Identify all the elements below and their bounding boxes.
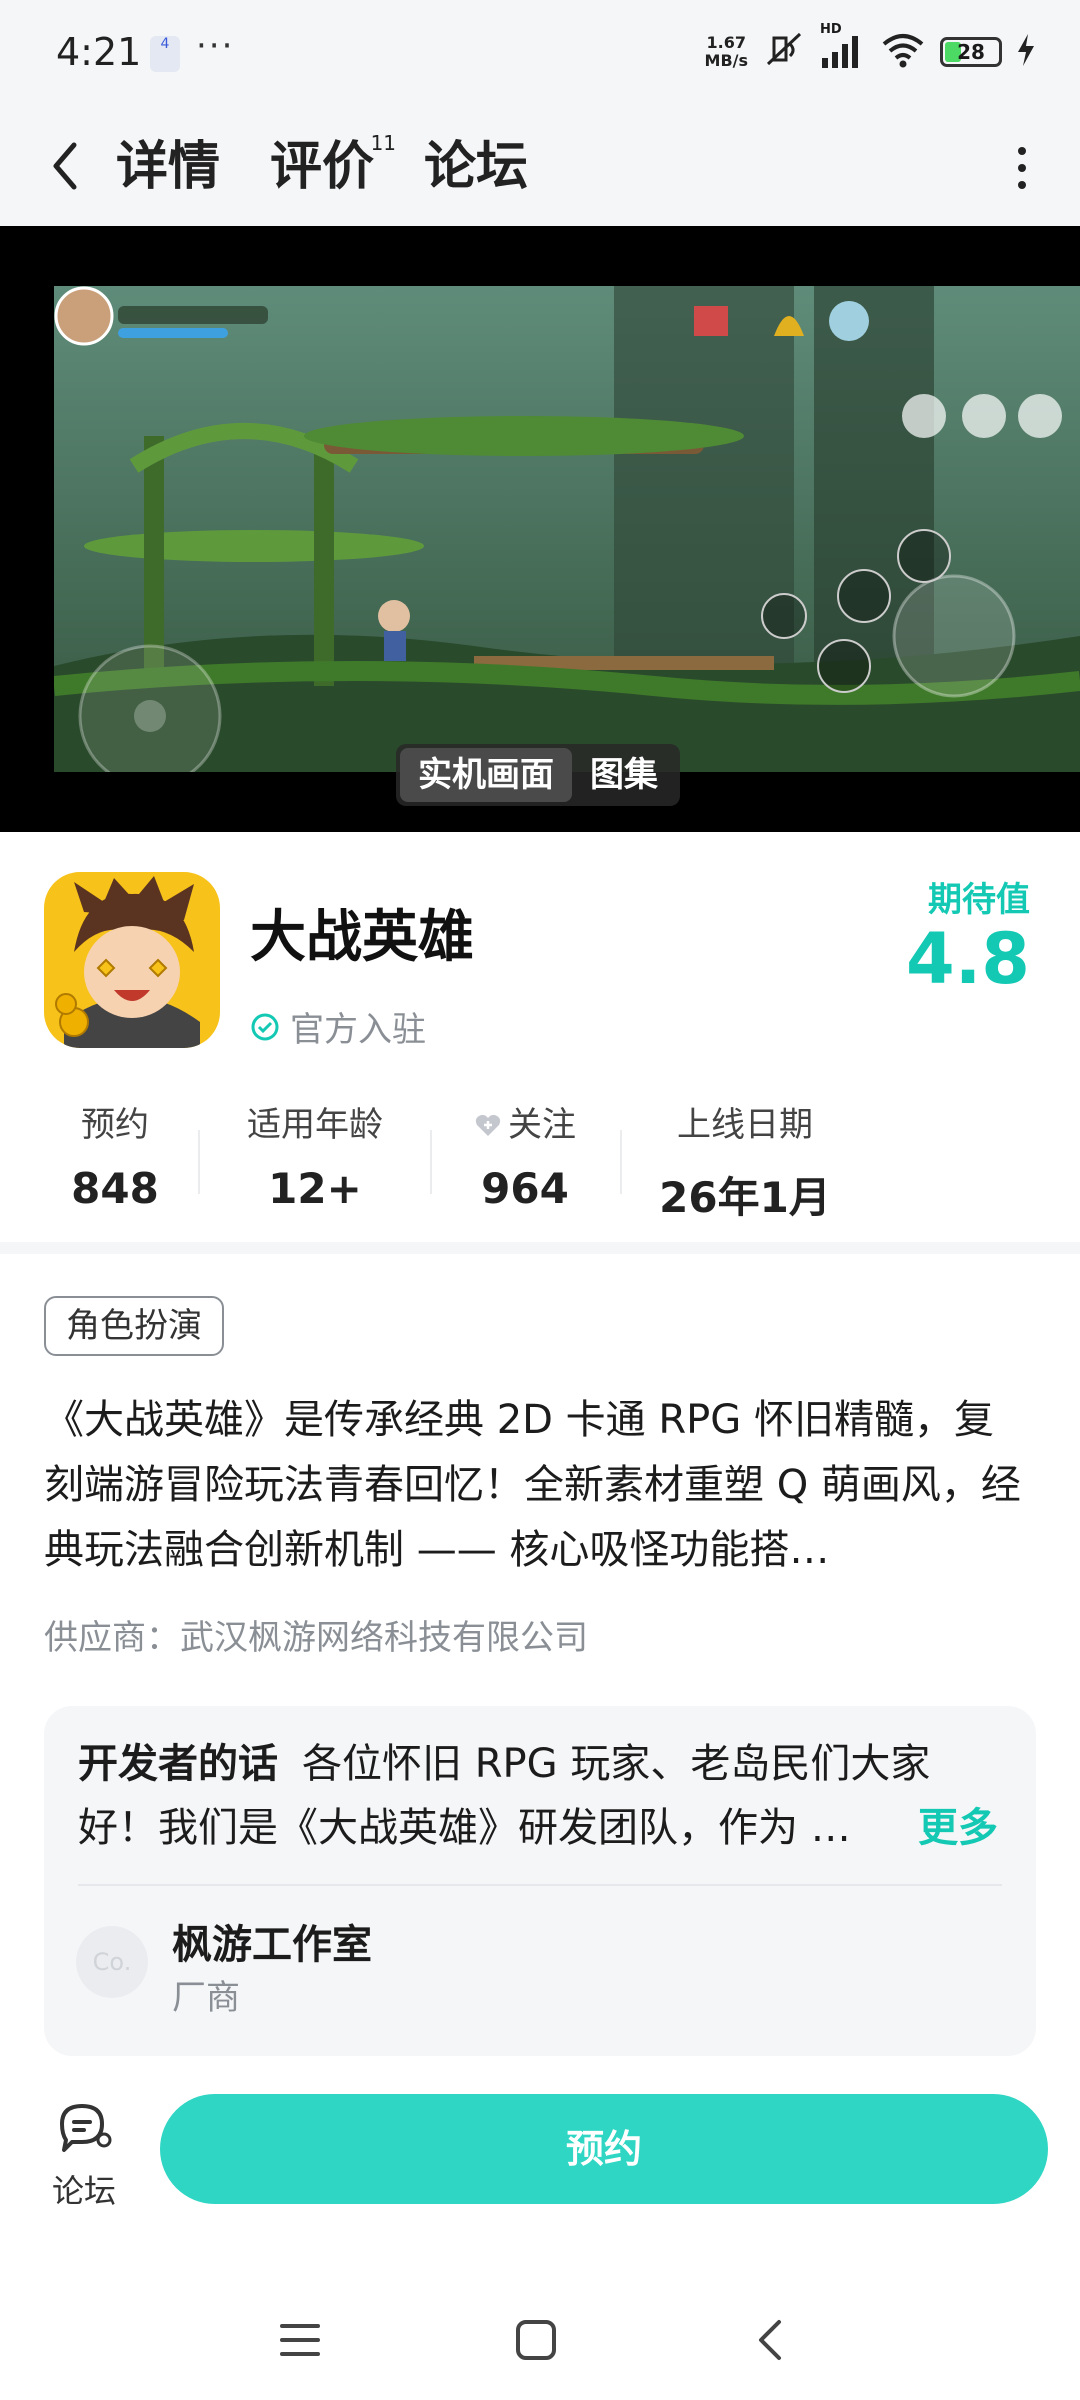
home-nav-button[interactable] bbox=[496, 2310, 576, 2370]
stat-value: 26年1月 bbox=[659, 1173, 831, 1220]
stat-value: 964 bbox=[481, 1164, 569, 1213]
supplier-info: 供应商：武汉枫游网络科技有限公司 bbox=[44, 1618, 588, 1658]
stat-label: 关注 bbox=[508, 1105, 576, 1145]
divider bbox=[78, 1884, 1002, 1886]
network-speed-unit: MB/s bbox=[704, 51, 748, 70]
reserve-button[interactable]: 预约 bbox=[160, 2094, 1048, 2204]
stat-age-rating: 适用年龄 12+ bbox=[220, 1100, 410, 1220]
official-label: 官方入驻 bbox=[290, 1010, 426, 1050]
more-options-button[interactable] bbox=[1002, 138, 1042, 198]
forum-chat-icon bbox=[60, 2104, 112, 2152]
stat-divider bbox=[198, 1130, 200, 1194]
charging-icon bbox=[1016, 32, 1036, 72]
system-nav-bar bbox=[0, 2280, 1080, 2400]
game-description[interactable]: 《大战英雄》是传承经典 2D 卡通 RPG 怀旧精髓，复刻端游冒险玩法青春回忆！… bbox=[44, 1388, 1034, 1583]
back-arrow-icon bbox=[53, 142, 77, 190]
top-nav: 详情 评价 11 论坛 bbox=[0, 108, 1080, 226]
studio-name[interactable]: 枫游工作室 bbox=[172, 1912, 372, 1970]
developer-notes-card[interactable]: 开发者的话 各位怀旧 RPG 玩家、老岛民们大家好！我们是《大战英雄》研发团队，作… bbox=[44, 1706, 1036, 2056]
back-chevron-icon bbox=[759, 2320, 781, 2360]
back-nav-button[interactable] bbox=[730, 2310, 810, 2370]
status-bar: 4:21 4 ··· 1.67 MB/s HD 28 bbox=[0, 0, 1080, 108]
tab-detail-label: 详情 bbox=[116, 137, 221, 197]
menu-icon bbox=[280, 2324, 320, 2356]
expectation-score-value: 4.8 bbox=[905, 918, 1030, 1000]
network-type-label: HD bbox=[820, 22, 842, 37]
stat-label: 适用年龄 bbox=[247, 1105, 383, 1145]
media-gallery[interactable]: 实机画面 图集 bbox=[0, 226, 1080, 832]
detail-tabs: 详情 评价 11 论坛 bbox=[111, 122, 528, 212]
network-speed: 1.67 MB/s bbox=[705, 34, 748, 70]
gameplay-screenshot[interactable] bbox=[54, 286, 1080, 772]
stat-label: 上线日期 bbox=[677, 1105, 813, 1145]
app-name: 大战英雄 bbox=[250, 905, 474, 970]
app-info: 大战英雄 官方入驻 期待值 4.8 预约 848 适用年龄 12+ 关注 964… bbox=[0, 832, 1080, 1242]
battery-level: 28 bbox=[957, 40, 985, 64]
stat-followers[interactable]: 关注 964 bbox=[450, 1100, 600, 1220]
app-icon bbox=[44, 872, 220, 1048]
status-time: 4:21 bbox=[56, 30, 142, 74]
notification-badge: 4 bbox=[150, 36, 180, 72]
heart-plus-icon bbox=[475, 1114, 501, 1136]
more-link[interactable]: 更多 bbox=[918, 1796, 998, 1860]
stat-reservations: 预约 848 bbox=[40, 1100, 190, 1220]
home-square-icon bbox=[516, 2320, 556, 2360]
media-mode-toggle: 实机画面 图集 bbox=[396, 744, 680, 806]
forum-button[interactable]: 论坛 bbox=[44, 2100, 124, 2210]
more-notifications-icon: ··· bbox=[196, 26, 235, 66]
stat-value: 12+ bbox=[268, 1164, 362, 1213]
tab-detail[interactable]: 详情 bbox=[111, 122, 225, 212]
tab-gallery[interactable]: 图集 bbox=[572, 748, 676, 802]
studio-role: 厂商 bbox=[172, 1978, 240, 2018]
tab-gameplay-footage[interactable]: 实机画面 bbox=[400, 748, 572, 802]
stat-divider bbox=[620, 1130, 622, 1194]
stat-value: 848 bbox=[71, 1164, 159, 1213]
signal-icon: HD bbox=[820, 22, 866, 74]
developer-notes: 开发者的话 各位怀旧 RPG 玩家、老岛民们大家好！我们是《大战英雄》研发团队，作… bbox=[78, 1732, 1008, 1860]
section-divider bbox=[0, 1242, 1080, 1254]
tab-forum[interactable]: 论坛 bbox=[424, 122, 528, 212]
verified-check-icon bbox=[251, 1013, 279, 1040]
network-speed-value: 1.67 bbox=[706, 33, 746, 52]
wifi-icon bbox=[880, 30, 926, 74]
stat-release-date: 上线日期 26年1月 bbox=[640, 1100, 850, 1220]
tab-reviews[interactable]: 评价 11 bbox=[270, 122, 396, 212]
tab-forum-label: 论坛 bbox=[424, 137, 529, 197]
stat-divider bbox=[430, 1130, 432, 1194]
app-stats: 预约 848 适用年龄 12+ 关注 964 上线日期 26年1月 bbox=[0, 1100, 1080, 1230]
stat-label: 预约 bbox=[81, 1105, 149, 1145]
mute-icon bbox=[762, 30, 806, 74]
menu-nav-button[interactable] bbox=[260, 2310, 340, 2370]
studio-avatar[interactable]: Co. bbox=[76, 1926, 148, 1998]
developer-notes-title: 开发者的话 bbox=[78, 1741, 278, 1787]
official-badge: 官方入驻 bbox=[250, 1002, 426, 1051]
genre-tag[interactable]: 角色扮演 bbox=[44, 1296, 224, 1356]
tab-reviews-label: 评价 bbox=[270, 137, 375, 197]
expectation-score-label: 期待值 bbox=[928, 880, 1030, 920]
status-icons: 1.67 MB/s HD 28 bbox=[705, 22, 1036, 74]
review-count-badge: 11 bbox=[370, 131, 397, 155]
forum-label: 论坛 bbox=[51, 2172, 116, 2210]
back-button[interactable] bbox=[40, 134, 90, 198]
battery-indicator: 28 bbox=[940, 37, 1002, 67]
